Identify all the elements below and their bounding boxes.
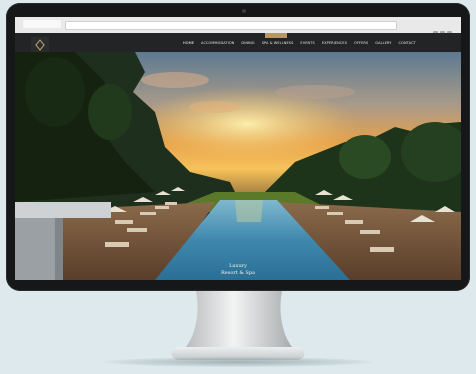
stand-shadow	[104, 357, 372, 367]
desktop-monitor: Home Accommodation Dining Spa & Wellness…	[0, 0, 476, 374]
monitor-stand	[171, 291, 305, 360]
